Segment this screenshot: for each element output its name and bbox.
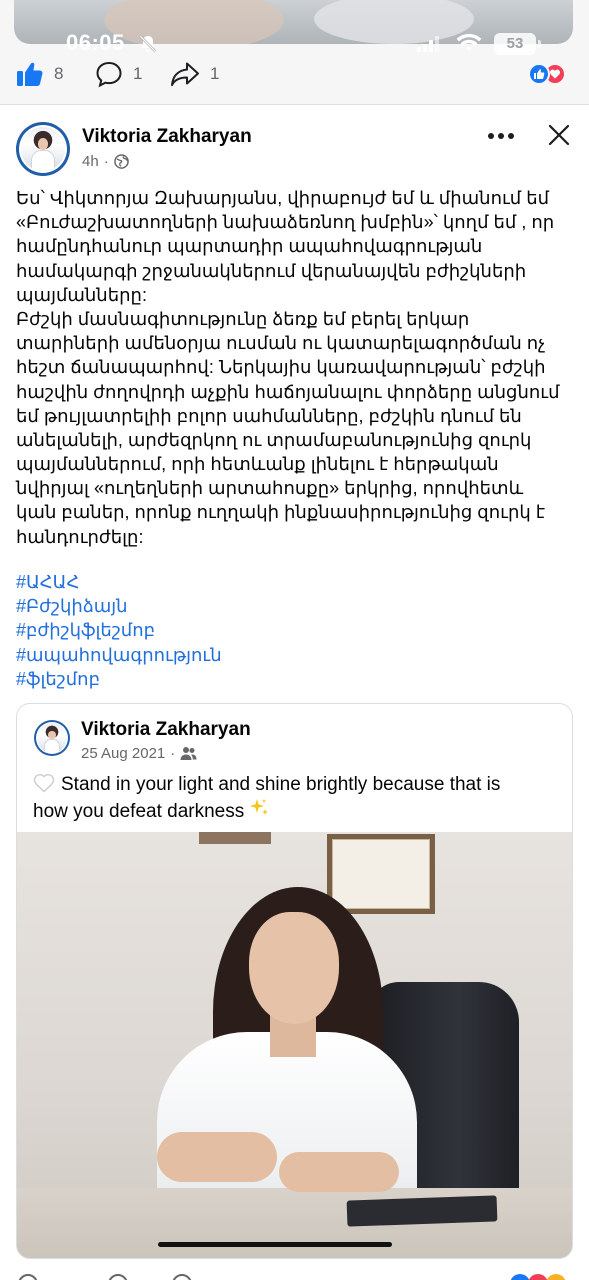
friends-icon bbox=[180, 746, 197, 760]
wall-frame bbox=[199, 832, 271, 844]
home-indicator[interactable] bbox=[158, 1242, 392, 1247]
hashtag-link[interactable]: #ԱՀԱՀ bbox=[16, 570, 576, 594]
share-button[interactable]: 1 bbox=[170, 56, 219, 92]
author-name[interactable]: Viktoria Zakharyan bbox=[82, 126, 252, 148]
shared-post-text: Stand in your light and shine brightly b… bbox=[33, 772, 558, 822]
post-text-line: տարիների ամենօրյա ուսման ու կատարելագործ… bbox=[16, 333, 546, 354]
post-text-line: հանդուրժելը: bbox=[16, 526, 144, 547]
hashtag-link[interactable]: #ապահովագրություն bbox=[16, 643, 576, 667]
care-reaction-icon-partial bbox=[546, 1274, 566, 1280]
post-separator bbox=[0, 104, 589, 105]
mute-icon bbox=[139, 35, 157, 53]
hashtag-link[interactable]: #Բժշկիձայն bbox=[16, 594, 576, 618]
post-text-line: հեշտ ճանապարհով: Ներկայիս կառավարության՝… bbox=[16, 357, 546, 378]
shared-author-name[interactable]: Viktoria Zakharyan bbox=[81, 719, 251, 741]
post-text-line: պայմանները: bbox=[16, 284, 147, 305]
hashtag-link[interactable]: #բժիշկֆլեշմոբ bbox=[16, 618, 576, 642]
reaction-summary[interactable] bbox=[528, 63, 576, 85]
post-text-line: կան բաներ, որոնք ուղղակի ինքնասիրություն… bbox=[16, 502, 546, 523]
battery-level: 53 bbox=[506, 35, 524, 52]
shared-text-line-1: Stand in your light and shine brightly b… bbox=[61, 774, 501, 795]
like-count: 8 bbox=[54, 64, 64, 83]
shared-text-line-2: how you defeat darkness bbox=[33, 801, 245, 822]
next-post-actions-partial bbox=[0, 1262, 589, 1280]
share-icon bbox=[171, 62, 199, 86]
post-text-line: «Բուժաշխատողների նախաձեռնող խմբին»՝ կողմ… bbox=[16, 212, 555, 233]
hashtag-list: #ԱՀԱՀ #Բժշկիձայն #բժիշկֆլեշմոբ #ապահովագ… bbox=[16, 570, 576, 691]
post-meta: 4h · bbox=[82, 151, 129, 171]
shared-post-date[interactable]: 25 Aug 2021 bbox=[81, 745, 165, 762]
share-icon-partial[interactable] bbox=[172, 1274, 192, 1280]
share-count: 1 bbox=[210, 64, 220, 83]
shared-post-card[interactable]: Viktoria Zakharyan 25 Aug 2021 · Stand i… bbox=[16, 703, 573, 1259]
more-options-button[interactable] bbox=[486, 122, 516, 150]
globe-icon bbox=[113, 153, 129, 169]
signal-icon bbox=[417, 36, 439, 52]
more-dot-icon bbox=[488, 133, 494, 139]
like-button[interactable]: 8 bbox=[16, 56, 63, 92]
post-text-line: համընդհանուր պարտադիր ապահովագրության bbox=[16, 236, 483, 257]
hashtag-link[interactable]: #ֆլեշմոբ bbox=[16, 667, 576, 691]
post-body: Ես՝ Վիկտորյա Զախարյանս, վիրաբույժ եմ և մ… bbox=[16, 186, 576, 549]
like-icon-partial[interactable] bbox=[18, 1274, 38, 1280]
post-text-line: անելանելի, արժեզրկող ու տրամաբանությունի… bbox=[16, 429, 532, 450]
wifi-icon bbox=[456, 33, 482, 52]
post-text-line: համակարգի շրջանակներում վերանայվեն բժիշկ… bbox=[16, 260, 527, 281]
status-time: 06:05 bbox=[66, 30, 125, 55]
post-text-line: հաշվին ժողովրդի աչքին հաճոյանալու փորձեր… bbox=[16, 381, 560, 402]
comment-icon-partial[interactable] bbox=[108, 1274, 128, 1280]
comment-icon bbox=[96, 61, 122, 88]
person-face bbox=[249, 912, 339, 1024]
close-icon[interactable] bbox=[545, 121, 573, 149]
shared-post-meta: 25 Aug 2021 · bbox=[81, 743, 197, 763]
battery-icon: 53 bbox=[494, 33, 536, 55]
sparkles-icon bbox=[250, 799, 269, 815]
post-text-line: նվիրյալ «ուղեղների արտահոսքը» երկրից, որ… bbox=[16, 478, 524, 499]
previous-post-footer: 06:05 53 8 1 1 bbox=[0, 0, 589, 104]
author-avatar[interactable] bbox=[16, 122, 70, 176]
like-reaction-icon bbox=[528, 63, 550, 85]
comment-button[interactable]: 1 bbox=[95, 56, 142, 92]
post-text-line: եմ թույլատրելիի բոլոր սահմանները, բժշկին… bbox=[16, 405, 522, 426]
wall-certificate bbox=[327, 834, 435, 914]
comment-count: 1 bbox=[133, 64, 143, 83]
love-reaction-icon-partial bbox=[528, 1274, 548, 1280]
notebook bbox=[346, 1195, 498, 1227]
post-time[interactable]: 4h bbox=[82, 153, 99, 170]
battery-cap bbox=[538, 40, 541, 48]
post-text-line: Բժշկի մասնագիտությունը ձեռք եմ բերել երկ… bbox=[16, 308, 470, 329]
doctor-photo[interactable] bbox=[17, 832, 572, 1258]
previous-post-actions: 8 1 1 bbox=[0, 56, 589, 92]
shared-author-avatar[interactable] bbox=[34, 720, 70, 756]
white-heart-icon bbox=[33, 774, 55, 793]
thumbs-up-icon bbox=[17, 62, 43, 86]
like-reaction-icon-partial bbox=[510, 1274, 530, 1280]
post-text-line: Ես՝ Վիկտորյա Զախարյանս, վիրաբույժ եմ և մ… bbox=[16, 188, 550, 208]
post-text-line: պայմաններում, որի հետևանք լինելու է հերթ… bbox=[16, 454, 499, 475]
